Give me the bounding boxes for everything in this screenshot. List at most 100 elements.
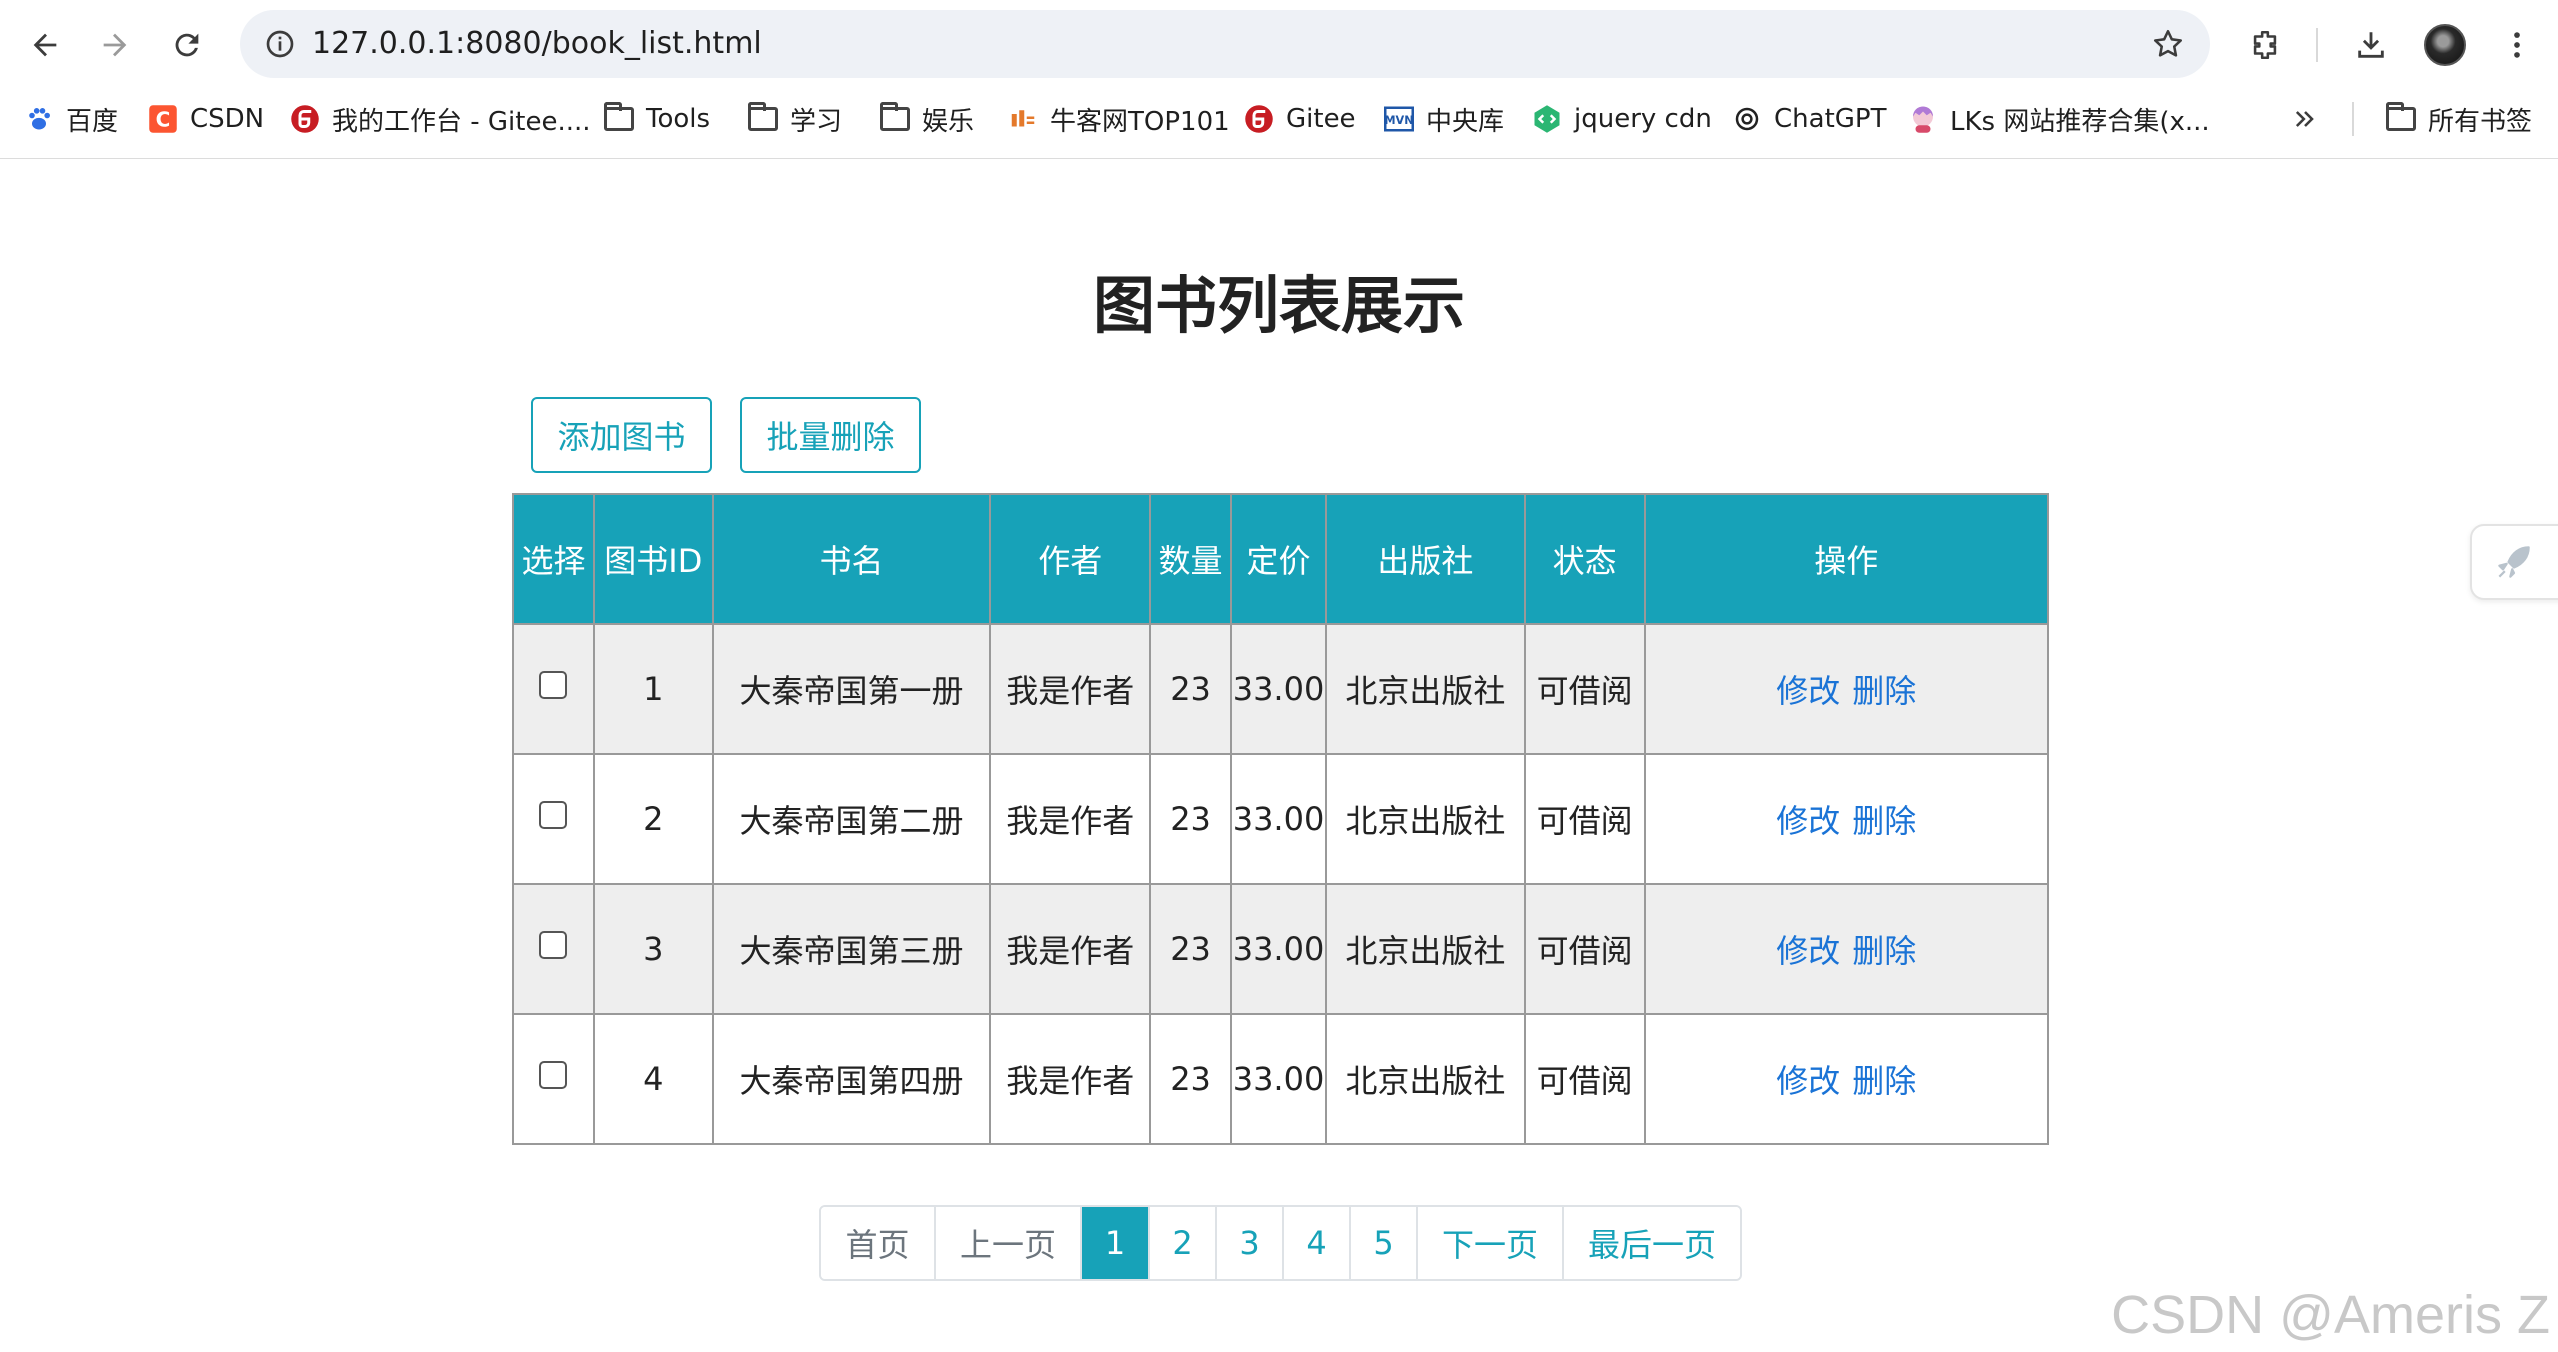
- bookmark-folder-tools[interactable]: Tools: [604, 96, 710, 142]
- folder-icon: [748, 102, 778, 134]
- floating-side-widget[interactable]: [2470, 524, 2558, 600]
- page-link-1[interactable]: 1: [1080, 1207, 1148, 1279]
- delete-link[interactable]: 删除: [1852, 672, 1916, 710]
- delete-link[interactable]: 删除: [1852, 932, 1916, 970]
- toolbar-divider: [2316, 28, 2318, 62]
- bookmark-star-icon[interactable]: [2148, 24, 2188, 64]
- bookmark-baidu[interactable]: 百度: [24, 96, 118, 142]
- table-row: 3 大秦帝国第三册 我是作者 23 33.00 北京出版社 可借阅 修改 删除: [512, 883, 2050, 1015]
- arrow-left-icon: [33, 33, 57, 57]
- bookmark-maven-central[interactable]: MVN 中央库: [1384, 96, 1504, 142]
- table-row: 1 大秦帝国第一册 我是作者 23 33.00 北京出版社 可借阅 修改 删除: [512, 623, 2050, 755]
- bookmark-label: CSDN: [190, 104, 265, 134]
- status-cell: 可借阅: [1523, 883, 1646, 1015]
- book-id-cell: 2: [592, 753, 714, 885]
- jquery-cdn-icon: [1532, 104, 1562, 134]
- add-book-button[interactable]: 添加图书: [531, 397, 712, 473]
- row-checkbox[interactable]: [539, 801, 568, 829]
- edit-link[interactable]: 修改: [1776, 802, 1840, 840]
- book-name-cell: 大秦帝国第二册: [711, 753, 992, 885]
- delete-link[interactable]: 删除: [1852, 1062, 1916, 1100]
- book-name-cell: 大秦帝国第一册: [711, 623, 992, 755]
- page-link-5[interactable]: 5: [1349, 1207, 1416, 1279]
- more-bookmarks-button[interactable]: [2290, 96, 2320, 142]
- column-header: 操作: [1643, 493, 2050, 625]
- page-last-link[interactable]: 最后一页: [1562, 1207, 1740, 1279]
- nowcoder-icon: [1008, 104, 1038, 134]
- browser-chrome: 127.0.0.1:8080/book_list.html 百度 C CSDN …: [0, 0, 2558, 159]
- author-cell: 我是作者: [989, 623, 1152, 755]
- csdn-watermark: CSDN @Ameris Z: [2111, 1285, 2550, 1345]
- book-id-cell: 1: [592, 623, 714, 755]
- site-info-icon[interactable]: [260, 24, 300, 64]
- page-prev-link[interactable]: 上一页: [934, 1207, 1080, 1279]
- select-cell: [512, 883, 595, 1015]
- extensions-puzzle-icon[interactable]: [2238, 18, 2292, 72]
- bookmark-gitee-workbench[interactable]: 我的工作台 - Gitee....: [290, 96, 591, 142]
- folder-icon: [604, 102, 634, 134]
- row-checkbox[interactable]: [539, 1061, 568, 1089]
- price-cell: 33.00: [1230, 753, 1327, 885]
- menu-kebab-icon[interactable]: [2490, 18, 2544, 72]
- column-header: 图书ID: [592, 493, 714, 625]
- author-cell: 我是作者: [989, 753, 1152, 885]
- select-cell: [512, 1013, 595, 1145]
- status-cell: 可借阅: [1523, 623, 1646, 755]
- rocket-icon: [2498, 546, 2530, 578]
- download-icon[interactable]: [2344, 18, 2398, 72]
- bookmark-folder-study[interactable]: 学习: [748, 96, 842, 142]
- book-table: 选择 图书ID 书名 作者 数量 定价 出版社 状态 操作 1 大秦帝国第一册 …: [512, 493, 2050, 1145]
- bookmark-label: 中央库: [1426, 106, 1505, 137]
- page-link-4[interactable]: 4: [1282, 1207, 1349, 1279]
- reload-icon: [175, 33, 199, 57]
- bookmark-label: LKs 网站推荐合集(x...: [1950, 106, 2210, 137]
- batch-delete-button[interactable]: 批量删除: [740, 397, 921, 473]
- gitee-icon: [290, 104, 320, 134]
- row-checkbox[interactable]: [539, 671, 568, 699]
- csdn-icon: C: [148, 104, 178, 134]
- page-link-2[interactable]: 2: [1148, 1207, 1215, 1279]
- page-link-3[interactable]: 3: [1215, 1207, 1282, 1279]
- book-id-cell: 4: [592, 1013, 714, 1145]
- bookmarks-divider: [2352, 102, 2354, 136]
- address-bar[interactable]: 127.0.0.1:8080/book_list.html: [240, 10, 2210, 78]
- reload-button[interactable]: [160, 18, 214, 72]
- bookmark-folder-entertainment[interactable]: 娱乐: [880, 96, 974, 142]
- table-row: 2 大秦帝国第二册 我是作者 23 33.00 北京出版社 可借阅 修改 删除: [512, 753, 2050, 885]
- all-bookmarks-button[interactable]: 所有书签: [2386, 96, 2532, 142]
- row-checkbox[interactable]: [539, 931, 568, 959]
- column-header: 作者: [989, 493, 1152, 625]
- forward-button[interactable]: [88, 18, 142, 72]
- bookmark-gitee[interactable]: Gitee: [1244, 96, 1356, 142]
- edit-link[interactable]: 修改: [1776, 932, 1840, 970]
- author-cell: 我是作者: [989, 1013, 1152, 1145]
- edit-link[interactable]: 修改: [1776, 672, 1840, 710]
- column-header: 定价: [1230, 493, 1327, 625]
- bookmark-jquery-cdn[interactable]: jquery cdn: [1532, 96, 1712, 142]
- page-first-link[interactable]: 首页: [821, 1207, 934, 1279]
- edit-link[interactable]: 修改: [1776, 1062, 1840, 1100]
- bookmark-lks-sites[interactable]: LKs 网站推荐合集(x...: [1908, 96, 2210, 142]
- bookmark-label: 娱乐: [922, 106, 975, 137]
- maven-icon: MVN: [1384, 104, 1414, 134]
- svg-text:C: C: [156, 108, 171, 132]
- publisher-cell: 北京出版社: [1325, 753, 1526, 885]
- delete-link[interactable]: 删除: [1852, 802, 1916, 840]
- url-text[interactable]: 127.0.0.1:8080/book_list.html: [312, 24, 762, 64]
- price-cell: 33.00: [1230, 883, 1327, 1015]
- author-cell: 我是作者: [989, 883, 1152, 1015]
- folder-icon: [880, 102, 910, 134]
- profile-avatar[interactable]: [2424, 24, 2466, 66]
- bookmark-label: Tools: [646, 104, 711, 134]
- back-button[interactable]: [18, 18, 72, 72]
- actions-cell: 修改 删除: [1643, 1013, 2050, 1145]
- page-next-link[interactable]: 下一页: [1416, 1207, 1562, 1279]
- bookmark-csdn[interactable]: C CSDN: [148, 96, 264, 142]
- arrow-right-icon: [103, 33, 127, 57]
- bookmark-nowcoder[interactable]: 牛客网TOP101: [1008, 96, 1230, 142]
- bookmark-chatgpt[interactable]: ChatGPT: [1732, 96, 1886, 142]
- anime-avatar-icon: [1908, 104, 1938, 134]
- count-cell: 23: [1149, 753, 1233, 885]
- bookmark-label: ChatGPT: [1774, 104, 1887, 134]
- bookmark-label: 牛客网TOP101: [1050, 106, 1230, 137]
